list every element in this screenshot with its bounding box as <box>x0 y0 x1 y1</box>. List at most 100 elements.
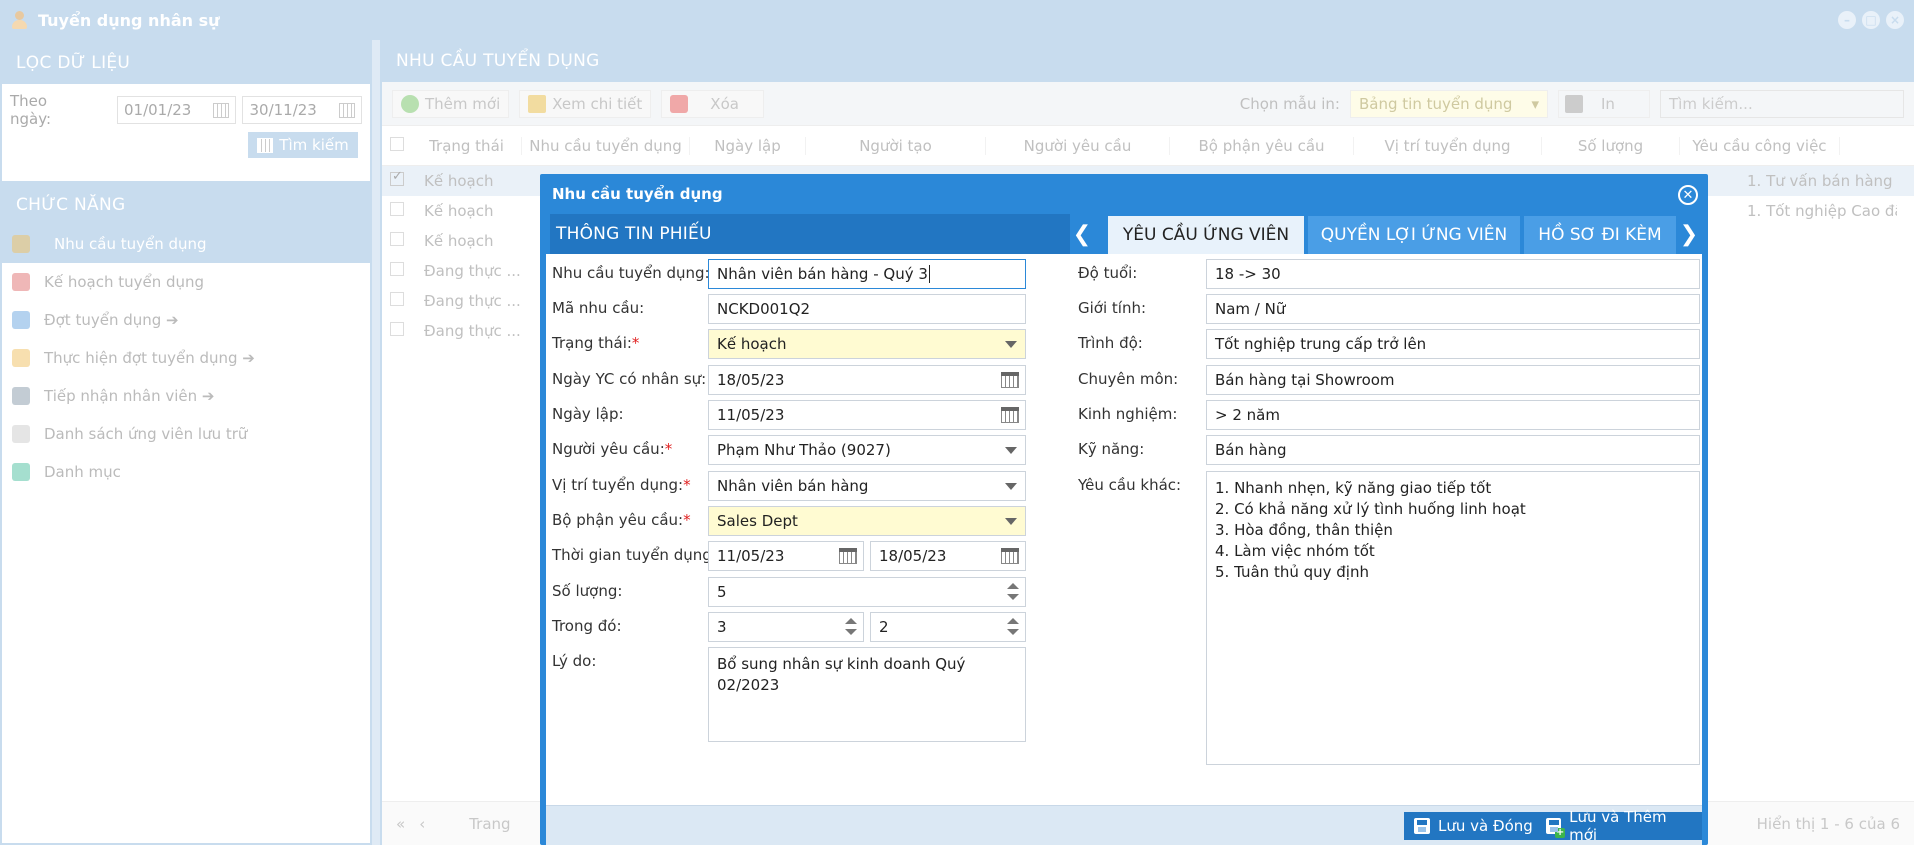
save-add-new-button[interactable]: + Lưu và Thêm mới <box>1536 808 1702 844</box>
sidebar-item[interactable]: Thực hiện đợt tuyển dụng ➔ <box>2 339 370 377</box>
column-header[interactable]: Yêu cầu công việc <box>1680 136 1840 155</box>
text-caret <box>928 265 930 283</box>
gender-input[interactable]: Nam / Nữ <box>1206 294 1700 324</box>
row-check-cell <box>382 262 412 280</box>
from-date-input[interactable]: 01/01/23 <box>116 96 237 124</box>
template-select[interactable]: Bảng tin tuyển dụng ▾ <box>1350 89 1548 118</box>
dept-select[interactable]: Sales Dept <box>708 506 1026 536</box>
delete-button[interactable]: Xóa <box>661 89 764 118</box>
row-checkbox[interactable] <box>390 232 404 246</box>
column-header[interactable]: Nhu cầu tuyển dụng <box>522 136 690 155</box>
status-select[interactable]: Kế hoạch <box>708 329 1026 359</box>
sidebar-item[interactable]: Danh mục <box>2 453 370 491</box>
prev-page-icon[interactable]: ‹ <box>419 815 425 833</box>
tab-candidate-requirements[interactable]: YÊU CẦU ỨNG VIÊN <box>1108 216 1304 254</box>
of-which-b-stepper[interactable]: 2 <box>870 612 1026 642</box>
plus-badge: + <box>1555 827 1566 838</box>
date-filter-row: Theo ngày: 01/01/23 30/11/23 <box>2 84 370 136</box>
age-label: Độ tuổi: <box>1078 264 1138 282</box>
column-header[interactable]: Ngày lập <box>690 136 806 155</box>
chevron-right-icon[interactable]: ❯ <box>1678 220 1700 248</box>
dialog-title: Nhu cầu tuyển dụng <box>552 185 723 203</box>
app-user-icon <box>10 10 30 30</box>
sidebar-item[interactable]: Danh sách ứng viên lưu trữ <box>2 415 370 453</box>
select-all-checkbox[interactable] <box>390 136 404 151</box>
need-label-text: Nhu cầu tuyển dụng: <box>552 264 710 282</box>
column-header[interactable]: Người tạo <box>806 136 986 155</box>
row-checkbox[interactable] <box>390 202 404 216</box>
calendar-icon[interactable] <box>1001 548 1019 564</box>
delete-label: Xóa <box>710 94 739 113</box>
row-checkbox[interactable] <box>390 322 404 336</box>
minimize-icon[interactable]: – <box>1838 11 1856 29</box>
skill-label: Kỹ năng: <box>1078 440 1145 458</box>
of-which-label: Trong đó: <box>552 617 622 635</box>
need-value: Nhân viên bán hàng - Quý 3 <box>717 265 928 283</box>
date-filter-label: Theo ngày: <box>10 92 52 128</box>
calendar-icon[interactable] <box>213 102 230 118</box>
skill-input[interactable]: Bán hàng <box>1206 435 1700 465</box>
filter-search-label: Tìm kiếm <box>279 136 349 154</box>
to-date-input[interactable]: 30/11/23 <box>242 96 362 124</box>
sidebar-item[interactable]: Tiếp nhận nhân viên ➔ <box>2 377 370 415</box>
other-req-textarea[interactable]: 1. Nhanh nhẹn, kỹ năng giao tiếp tốt 2. C… <box>1206 471 1700 765</box>
row-checkbox[interactable] <box>390 262 404 276</box>
created-date-input[interactable]: 11/05/23 <box>708 400 1026 430</box>
print-button[interactable]: In <box>1558 89 1650 118</box>
spinner-icon[interactable] <box>1007 617 1019 637</box>
other-req-line: 1. Nhanh nhẹn, kỹ năng giao tiếp tốt <box>1215 479 1492 497</box>
reason-textarea[interactable]: Bổ sung nhân sự kinh doanh Quý 02/2023 <box>708 647 1026 742</box>
chevron-left-icon[interactable]: ❮ <box>1071 220 1093 248</box>
row-checkbox[interactable] <box>390 169 404 186</box>
sidebar-item[interactable]: Nhu cầu tuyển dụng <box>2 225 370 263</box>
period-to-input[interactable]: 18/05/23 <box>870 541 1026 571</box>
experience-label: Kinh nghiệm: <box>1078 405 1178 423</box>
req-date-input[interactable]: 18/05/23 <box>708 365 1026 395</box>
column-header[interactable]: Bộ phận yêu cầu <box>1170 136 1354 155</box>
calendar-icon[interactable] <box>1001 372 1019 388</box>
add-new-button[interactable]: Thêm mới <box>392 89 510 118</box>
maximize-icon[interactable]: □ <box>1862 11 1880 29</box>
requester-label: Người yêu cầu:* <box>552 440 672 458</box>
column-header[interactable]: Trạng thái <box>412 136 522 155</box>
section-title: THÔNG TIN PHIẾU <box>550 214 1070 254</box>
spinner-icon[interactable] <box>845 617 857 637</box>
calendar-icon[interactable] <box>839 548 857 564</box>
spinner-icon[interactable] <box>1007 582 1019 602</box>
created-date-label: Ngày lập: <box>552 405 624 423</box>
first-page-icon[interactable]: « <box>396 815 405 833</box>
other-req-line: 2. Có khả năng xử lý tình huống linh hoạ… <box>1215 500 1526 518</box>
experience-input[interactable]: > 2 năm <box>1206 400 1700 430</box>
status-label-text: Trạng thái: <box>552 334 632 352</box>
age-input[interactable]: 18 -> 30 <box>1206 259 1700 289</box>
tab-candidate-benefits[interactable]: QUYỀN LỢI ỨNG VIÊN <box>1308 216 1520 254</box>
sidebar-item[interactable]: Đợt tuyển dụng ➔ <box>2 301 370 339</box>
sidebar-item[interactable]: Kế hoạch tuyển dụng <box>2 263 370 301</box>
close-window-icon[interactable]: × <box>1886 11 1904 29</box>
calendar-icon[interactable] <box>1001 407 1019 423</box>
of-which-a-stepper[interactable]: 3 <box>708 612 864 642</box>
major-input[interactable]: Bán hàng tại Showroom <box>1206 365 1700 395</box>
column-header[interactable]: Người yêu cầu <box>986 136 1170 155</box>
row-checkbox[interactable] <box>390 292 404 306</box>
code-input[interactable]: NCKD001Q2 <box>708 294 1026 324</box>
column-header[interactable]: Vị trí tuyển dụng <box>1354 136 1542 155</box>
education-input[interactable]: Tốt nghiệp trung cấp trở lên <box>1206 329 1700 359</box>
tab-attached-documents[interactable]: HỒ SƠ ĐI KÈM <box>1524 216 1676 254</box>
position-select[interactable]: Nhân viên bán hàng <box>708 471 1026 501</box>
recruitment-need-dialog: Nhu cầu tuyển dụng ✕ THÔNG TIN PHIẾU ❮ Y… <box>540 174 1708 845</box>
req-date-label: Ngày YC có nhân sự: <box>552 370 707 388</box>
requester-select[interactable]: Phạm Như Thảo (9027) <box>708 435 1026 465</box>
qty-stepper[interactable]: 5 <box>708 577 1026 607</box>
save-close-button[interactable]: Lưu và Đóng <box>1404 812 1543 840</box>
filter-search-button[interactable]: Tìm kiếm <box>248 132 358 158</box>
need-input[interactable]: Nhân viên bán hàng - Quý 3 <box>708 259 1026 289</box>
period-from-input[interactable]: 11/05/23 <box>708 541 864 571</box>
view-detail-button[interactable]: Xem chi tiết <box>519 89 652 118</box>
calendar-icon[interactable] <box>338 102 355 118</box>
list-search-input[interactable]: Tìm kiếm... <box>1660 89 1904 118</box>
functions-panel: CHỨC NĂNG Nhu cầu tuyển dụng Kế hoạch tuy… <box>0 183 372 845</box>
close-icon[interactable]: ✕ <box>1678 185 1698 205</box>
batch-icon <box>12 311 30 329</box>
column-header[interactable]: Số lượng <box>1542 136 1680 155</box>
